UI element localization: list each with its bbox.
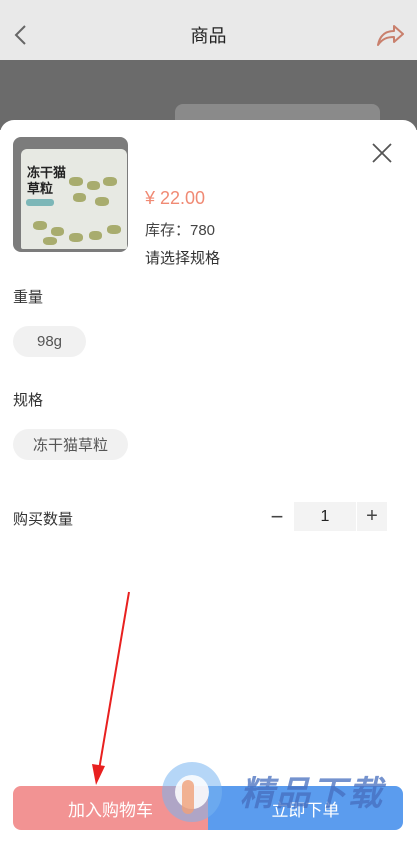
product-price: ¥ 22.00 — [145, 188, 206, 208]
grain-decoration — [89, 231, 102, 240]
quantity-increment-button[interactable]: + — [357, 502, 387, 531]
quantity-label: 购买数量 — [13, 511, 74, 528]
close-icon[interactable] — [370, 141, 394, 165]
grain-decoration — [51, 227, 64, 236]
weight-option[interactable]: 98g — [13, 326, 86, 357]
grain-decoration — [69, 233, 83, 242]
grain-decoration — [107, 225, 121, 234]
package-tag — [26, 199, 54, 206]
spec-label: 规格 — [13, 392, 44, 409]
weight-label: 重量 — [13, 289, 44, 306]
quantity-decrement-button[interactable]: − — [262, 503, 292, 531]
product-stock: 库存：780 — [145, 222, 216, 239]
share-icon[interactable] — [375, 22, 405, 48]
grain-decoration — [69, 177, 83, 186]
watermark-text: 精品下载 — [240, 775, 384, 813]
grain-decoration — [87, 181, 100, 190]
nav-bar: 商品 — [0, 0, 417, 60]
grain-decoration — [33, 221, 47, 230]
spec-prompt: 请选择规格 — [145, 250, 221, 267]
grain-decoration — [43, 237, 57, 245]
page-title: 商品 — [190, 26, 227, 46]
product-thumbnail: 冻干猫草粒 — [13, 137, 128, 252]
add-to-cart-button[interactable]: 加入购物车 — [13, 786, 208, 830]
grain-decoration — [103, 177, 117, 186]
grain-decoration — [95, 197, 109, 206]
quantity-value[interactable]: 1 — [294, 502, 356, 531]
spec-option[interactable]: 冻干猫草粒 — [13, 429, 128, 460]
package-label: 冻干猫草粒 — [27, 165, 67, 196]
grain-decoration — [73, 193, 86, 202]
